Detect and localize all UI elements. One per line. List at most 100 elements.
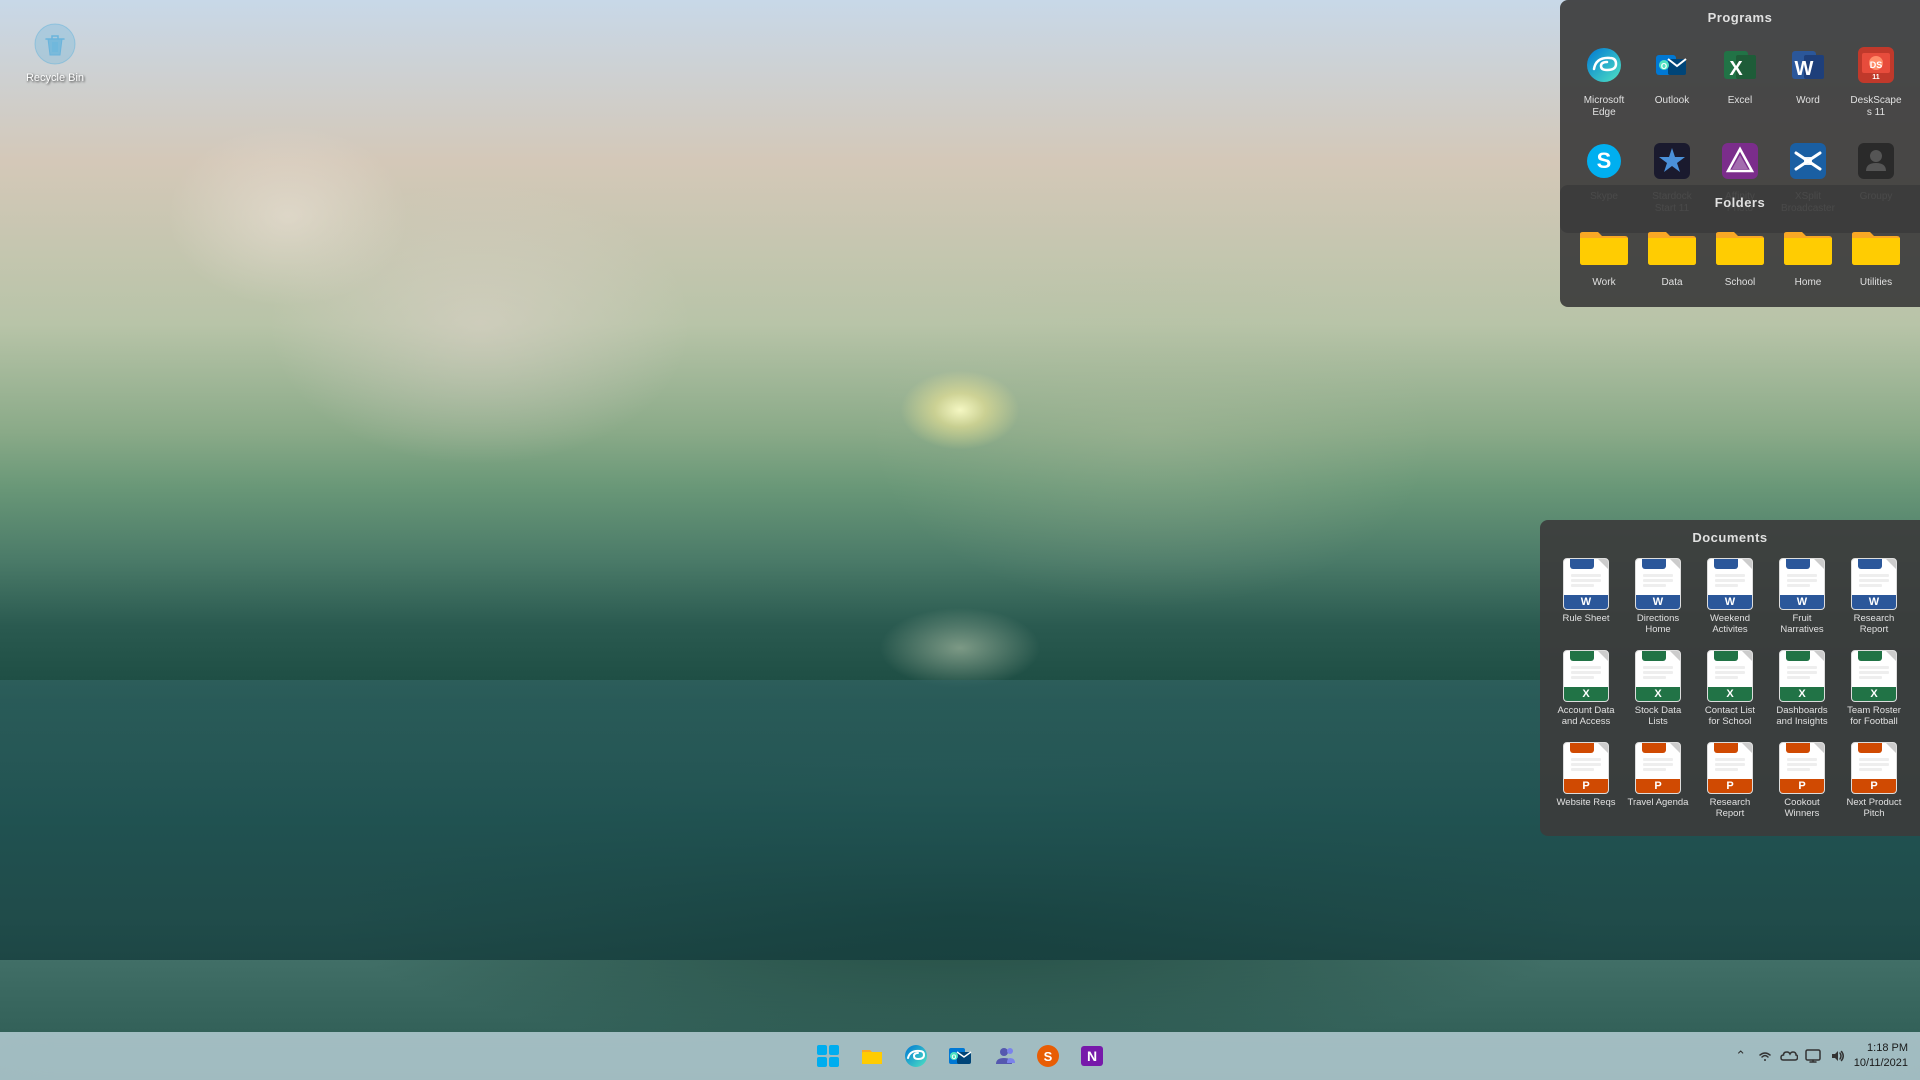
folder-icon-home[interactable]: Home xyxy=(1776,220,1840,293)
app-icon-image-outlook: O xyxy=(1646,39,1698,91)
doc-image-travel-agenda: P xyxy=(1635,742,1681,794)
tray-volume[interactable] xyxy=(1828,1047,1846,1065)
doc-label-stock-data: Stock Data Lists xyxy=(1627,705,1689,728)
svg-text:S: S xyxy=(1597,148,1612,173)
doc-image-weekend-activities: W xyxy=(1707,558,1753,610)
doc-icon-dashboards[interactable]: X Dashboards and Insights xyxy=(1768,647,1836,731)
date-display: 10/11/2021 xyxy=(1854,1056,1908,1071)
folder-icon-work[interactable]: Work xyxy=(1572,220,1636,293)
app-icon-microsoft-edge[interactable]: Microsoft Edge xyxy=(1572,35,1636,123)
folder-image-school xyxy=(1714,224,1766,273)
file-explorer-button[interactable] xyxy=(852,1036,892,1076)
svg-text:N: N xyxy=(1087,1048,1097,1064)
doc-label-fruit-narratives: Fruit Narratives xyxy=(1771,613,1833,636)
doc-image-next-product-pitch: P xyxy=(1851,742,1897,794)
doc-image-research-report-ppt: P xyxy=(1707,742,1753,794)
doc-label-website-reqs: Website Reqs xyxy=(1557,797,1616,808)
recycle-bin-image xyxy=(31,20,79,68)
folder-label-utilities: Utilities xyxy=(1860,277,1892,289)
app-icon-image-xsplit xyxy=(1782,135,1834,187)
doc-label-team-roster: Team Roster for Football xyxy=(1843,705,1905,728)
app-icon-image-skype: S xyxy=(1578,135,1630,187)
doc-icon-stock-data[interactable]: X Stock Data Lists xyxy=(1624,647,1692,731)
doc-icon-website-reqs[interactable]: P Website Reqs xyxy=(1552,739,1620,823)
recycle-bin-icon[interactable]: Recycle Bin xyxy=(20,20,90,84)
doc-label-dashboards: Dashboards and Insights xyxy=(1771,705,1833,728)
doc-label-rule-sheet: Rule Sheet xyxy=(1562,613,1609,624)
teams-taskbar-button[interactable] xyxy=(984,1036,1024,1076)
doc-label-cookout-winners: Cookout Winners xyxy=(1771,797,1833,820)
folder-icon-data[interactable]: Data xyxy=(1640,220,1704,293)
doc-image-team-roster: X xyxy=(1851,650,1897,702)
doc-icon-team-roster[interactable]: X Team Roster for Football xyxy=(1840,647,1908,731)
onenote-taskbar-button[interactable]: N xyxy=(1072,1036,1112,1076)
app-icon-label-outlook: Outlook xyxy=(1655,95,1689,107)
app-icon-label-microsoft-edge: Microsoft Edge xyxy=(1576,95,1632,119)
doc-icon-travel-agenda[interactable]: P Travel Agenda xyxy=(1624,739,1692,823)
documents-panel: Documents W Rule Sheet W xyxy=(1540,520,1920,836)
svg-text:S: S xyxy=(1044,1049,1053,1064)
documents-grid: W Rule Sheet W xyxy=(1552,555,1908,822)
doc-icon-cookout-winners[interactable]: P Cookout Winners xyxy=(1768,739,1836,823)
app-icon-image-deskscapes: DS 11 xyxy=(1850,39,1902,91)
doc-image-stock-data: X xyxy=(1635,650,1681,702)
system-tray: ⌃ xyxy=(1732,1041,1908,1072)
doc-icon-contact-list[interactable]: X Contact List for School xyxy=(1696,647,1764,731)
app-icon-word[interactable]: W Word xyxy=(1776,35,1840,123)
app-icon-image-affinity-photo xyxy=(1714,135,1766,187)
app-icon-excel[interactable]: X Excel xyxy=(1708,35,1772,123)
doc-label-research-report-ppt: Research Report xyxy=(1699,797,1761,820)
folder-icon-utilities[interactable]: Utilities xyxy=(1844,220,1908,293)
app-icon-image-microsoft-edge xyxy=(1578,39,1630,91)
doc-icon-research-report[interactable]: W Research Report xyxy=(1840,555,1908,639)
svg-text:O: O xyxy=(952,1055,957,1061)
svg-text:X: X xyxy=(1729,58,1743,80)
tray-wifi[interactable] xyxy=(1756,1047,1774,1065)
doc-image-website-reqs: P xyxy=(1563,742,1609,794)
app-icon-label-deskscapes: DeskScapes 11 xyxy=(1848,95,1904,119)
svg-text:11: 11 xyxy=(1872,74,1880,81)
taskbar-time[interactable]: 1:18 PM 10/11/2021 xyxy=(1854,1041,1908,1072)
tray-display[interactable] xyxy=(1804,1047,1822,1065)
doc-label-travel-agenda: Travel Agenda xyxy=(1628,797,1689,808)
folder-icon-school[interactable]: School xyxy=(1708,220,1772,293)
doc-image-account-data: X xyxy=(1563,650,1609,702)
app-icon-image-stardock xyxy=(1646,135,1698,187)
doc-icon-research-report-ppt[interactable]: P Research Report xyxy=(1696,739,1764,823)
svg-text:DS: DS xyxy=(1870,60,1883,70)
doc-icon-fruit-narratives[interactable]: W Fruit Narratives xyxy=(1768,555,1836,639)
folders-grid: Work Data School Home xyxy=(1572,220,1908,293)
folder-image-work xyxy=(1578,224,1630,273)
start-button[interactable] xyxy=(808,1036,848,1076)
app-icon-deskscapes[interactable]: DS 11 DeskScapes 11 xyxy=(1844,35,1908,123)
doc-image-cookout-winners: P xyxy=(1779,742,1825,794)
app-icon-image-word: W xyxy=(1782,39,1834,91)
folder-image-utilities xyxy=(1850,224,1902,273)
outlook-taskbar-button[interactable]: O xyxy=(940,1036,980,1076)
doc-label-weekend-activities: Weekend Activites xyxy=(1699,613,1761,636)
folder-label-work: Work xyxy=(1592,277,1615,289)
doc-icon-rule-sheet[interactable]: W Rule Sheet xyxy=(1552,555,1620,639)
app-icon-outlook[interactable]: O Outlook xyxy=(1640,35,1704,123)
tray-cloud[interactable] xyxy=(1780,1047,1798,1065)
taskbar: O S N ⌃ xyxy=(0,1032,1920,1080)
doc-image-rule-sheet: W xyxy=(1563,558,1609,610)
folder-image-home xyxy=(1782,224,1834,273)
stardock-taskbar-button[interactable]: S xyxy=(1028,1036,1068,1076)
doc-icon-directions-home[interactable]: W Directions Home xyxy=(1624,555,1692,639)
app-icon-label-word: Word xyxy=(1796,95,1820,107)
doc-icon-weekend-activities[interactable]: W Weekend Activites xyxy=(1696,555,1764,639)
doc-icon-account-data[interactable]: X Account Data and Access xyxy=(1552,647,1620,731)
svg-text:W: W xyxy=(1795,58,1814,80)
app-icon-image-groupy xyxy=(1850,135,1902,187)
doc-icon-next-product-pitch[interactable]: P Next Product Pitch xyxy=(1840,739,1908,823)
doc-label-directions-home: Directions Home xyxy=(1627,613,1689,636)
folder-label-data: Data xyxy=(1661,277,1682,289)
edge-taskbar-button[interactable] xyxy=(896,1036,936,1076)
app-icon-image-excel: X xyxy=(1714,39,1766,91)
folder-image-data xyxy=(1646,224,1698,273)
doc-image-dashboards: X xyxy=(1779,650,1825,702)
folder-label-school: School xyxy=(1725,277,1756,289)
tray-chevron[interactable]: ⌃ xyxy=(1732,1047,1750,1065)
tray-icons: ⌃ xyxy=(1732,1047,1846,1065)
